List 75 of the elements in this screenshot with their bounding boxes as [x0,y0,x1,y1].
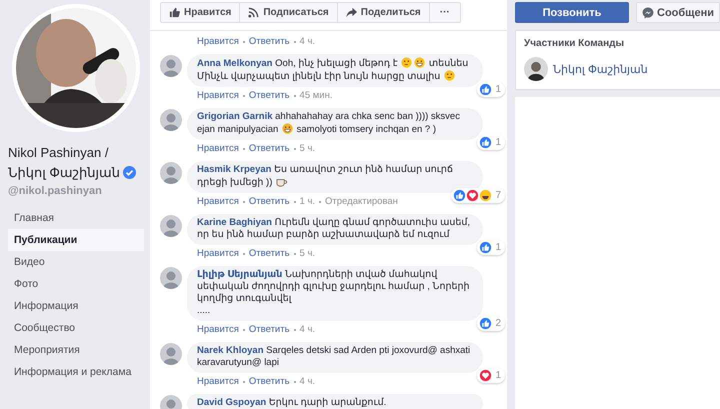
thumbs-up-icon [479,317,492,330]
messenger-icon [642,6,654,18]
reply-link[interactable]: Ответить [248,248,290,259]
reply-link[interactable]: Ответить [248,36,290,47]
like-link[interactable]: Нравится [197,90,239,101]
author-link[interactable]: David Gspoyan [197,397,266,408]
thumbs-up-icon [479,241,492,254]
edited-label: Отредактирован [325,196,398,207]
reply-link[interactable]: Ответить [248,376,290,387]
nav-item[interactable]: Главная [8,207,144,229]
member-link[interactable]: Նիկոլ Փաշինյան [553,62,648,76]
laughing-face-icon [282,123,293,134]
comment-text: David Gspoyan Երկու դարի արանքում. [197,397,388,409]
rss-icon [248,7,260,18]
avatar [160,343,182,365]
comment-text: Narek Khloyan Sarqeles detski sad Arden pti joxovurd@ ashxati karavarutyun@ lapi [197,345,472,369]
page-name: Nikol Pashinyan / Նիկոլ Փաշինյան [8,145,120,180]
reply-link[interactable]: Ответить [248,143,290,154]
author-link[interactable]: Hasmik Krpeyan [197,164,272,175]
nav-item[interactable]: Информация и реклама [8,361,144,383]
laughing-face-icon [479,189,492,202]
author-link[interactable]: Grigorian Garnik [197,111,272,122]
comment-time: 45 мин. [300,90,332,101]
share-button[interactable]: Поделиться [338,2,430,23]
like-link[interactable]: Нравится [197,36,239,47]
thumbs-up-icon [169,7,180,18]
reply-link[interactable]: Ответить [248,324,290,335]
comment-time: 4 ч. [300,324,316,335]
author-link[interactable]: Narek Khloyan [197,345,264,356]
nav-item[interactable]: Видео [8,251,144,273]
reply-link[interactable]: Ответить [248,90,290,101]
author-link[interactable]: Anna Melkonyan [197,58,272,69]
like-link[interactable]: Нравится [197,196,239,207]
comment-time: 5 ч. [300,248,316,259]
comment-text: Grigorian Garnik ahhahahahay ara chka senc ban )))) sksvec ejan manipulyacian samolyoti tomsery inchqan en ? ) [197,111,461,136]
card-title: Участники Команды [524,38,625,49]
thumbs-up-icon [453,189,466,202]
comment-text: Anna Melkonyan Ooh, ինչ խելացի մեթոդ է տեսնես Մինչև վարչապետ լինելն էիր նույն հարցը տալիս [197,57,470,83]
nav-item[interactable]: Сообщество [8,317,144,339]
nav-item[interactable]: Информация [8,295,144,317]
avatar [160,267,182,289]
like-link[interactable]: Нравится [197,376,239,387]
comment-time: 4 ч. [300,376,316,387]
thinking-face-icon [401,57,412,68]
avatar [160,215,182,237]
author-link[interactable]: Karine Baghiyan [197,217,272,228]
author-link[interactable]: Լիլիթ Սեյրանյան [197,269,282,280]
grinning-face-icon [414,57,426,68]
comment-time: 5 ч. [300,143,316,154]
comment-time: 1 ч. [300,196,316,207]
nav-item[interactable]: Публикации [8,229,144,251]
share-arrow-icon [346,7,357,18]
thumbs-up-icon [479,83,492,96]
comment-time: 4 ч. [300,36,316,47]
avatar [160,55,182,77]
call-button[interactable]: Позвонить [515,2,629,23]
comment-text: Լիլիթ Սեյրանյան Նախորդների տված մահակով սեփական ժողովրդի գլուխը ջարդելու համար , Նորերի կողմից տուգանվել ..... [197,269,471,317]
like-link[interactable]: Нравится [197,248,239,259]
like-link[interactable]: Нравится [197,143,239,154]
nav-item[interactable]: Мероприятия [8,339,144,361]
follow-button[interactable]: Подписаться [240,2,338,23]
comment-text: Hasmik Krpeyan Ես առավոտ շուտ ինձ համար սուրճ դրեցի խմեցի )) [197,164,454,189]
avatar [160,162,182,184]
nav-item[interactable]: Фото [8,273,144,295]
thinking-face-icon [444,70,455,81]
like-button[interactable]: Нравится [160,2,240,23]
like-link[interactable]: Нравится [197,324,239,335]
comment-text: Karine Baghiyan Ուրեմն վաղը գնամ գործատուիս ասեմ, որ ես ինձ համար բարձր աշխատավարձ եմ ուզում [197,217,472,241]
thumbs-up-icon [479,136,492,149]
more-button[interactable]: ··· [430,2,461,23]
reply-link[interactable]: Ответить [248,196,290,207]
message-button[interactable]: Сообщени [636,2,720,23]
avatar [524,57,548,81]
avatar [160,109,182,131]
page-handle: @nikol.pashinyan [8,185,103,197]
